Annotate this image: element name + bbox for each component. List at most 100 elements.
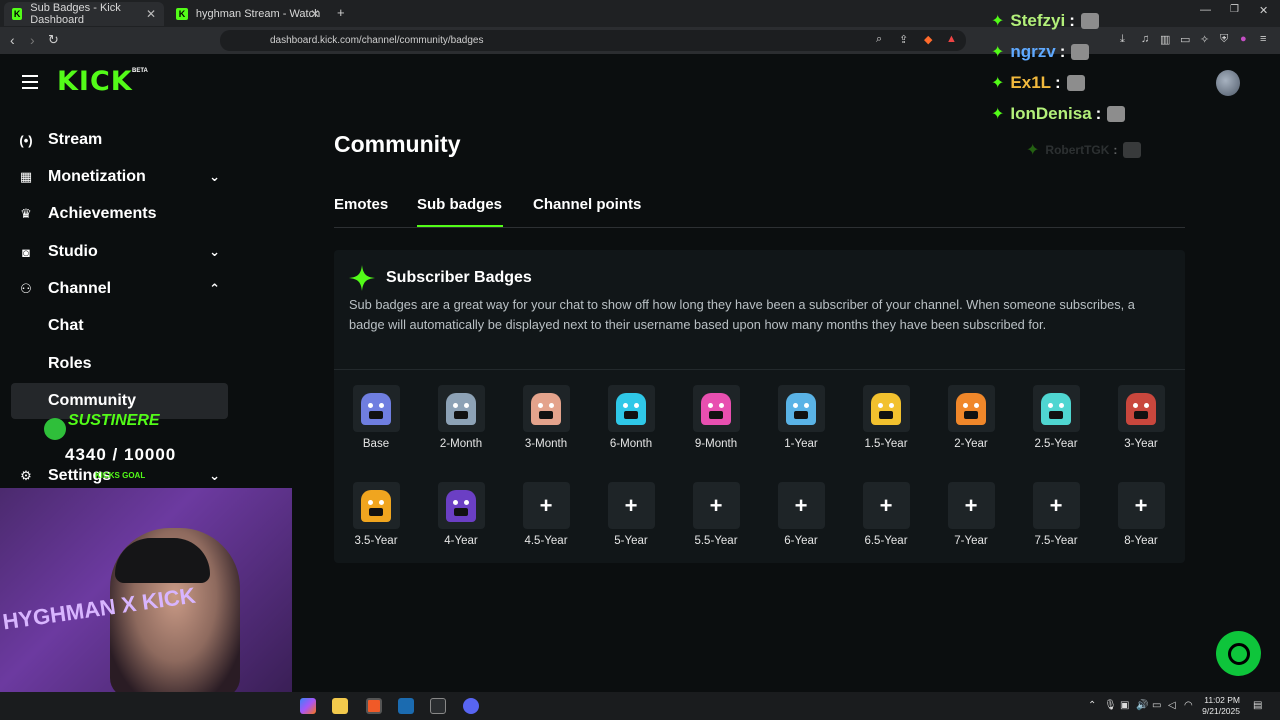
file-explorer-icon[interactable] (332, 698, 348, 714)
sidebar-item-achievements[interactable]: ♛ Achievements (11, 196, 228, 232)
address-bar[interactable]: dashboard.kick.com/channel/community/bad… (220, 30, 966, 51)
notification-icon[interactable]: ▤ (1253, 700, 1262, 711)
discord-icon[interactable] (463, 698, 479, 714)
add-badge-button[interactable]: + (522, 482, 570, 529)
badge-slot[interactable]: 3-Year (1111, 385, 1171, 450)
media-icon[interactable]: ♫ (1141, 33, 1149, 45)
new-tab-icon[interactable]: + (337, 5, 345, 20)
close-tab-icon[interactable]: ✕ (146, 7, 156, 21)
add-badge-button[interactable]: + (1117, 482, 1165, 529)
close-tab-icon[interactable]: ✕ (310, 7, 320, 21)
reload-icon[interactable]: ↻ (48, 32, 59, 48)
badge-slot[interactable]: +6-Year (771, 482, 831, 547)
plus-icon: + (539, 492, 553, 518)
badge-image[interactable] (437, 482, 485, 529)
chat-separator: : (1069, 11, 1075, 30)
badge-slot[interactable]: Base (346, 385, 406, 450)
add-badge-button[interactable]: + (777, 482, 825, 529)
tab-emotes[interactable]: Emotes (334, 196, 388, 213)
badge-image[interactable] (352, 385, 400, 432)
badge-slot[interactable]: 1.5-Year (856, 385, 916, 450)
steam-icon[interactable] (398, 698, 414, 714)
badge-slot[interactable]: 9-Month (686, 385, 746, 450)
rewards-icon[interactable]: ▲ (946, 33, 957, 45)
minimize-icon[interactable]: — (1200, 4, 1211, 16)
badge-slot[interactable]: +8-Year (1111, 482, 1171, 547)
sidebar-item-stream[interactable]: (•) Stream (11, 122, 228, 158)
badge-image[interactable] (522, 385, 570, 432)
sidebar-item-studio[interactable]: ◙ Studio ⌄ (11, 234, 228, 270)
tab-sub-badges[interactable]: Sub badges (417, 196, 502, 213)
copilot-icon[interactable] (300, 698, 316, 714)
monster-badge-icon (361, 489, 391, 522)
mic-icon[interactable]: 🎙 (1104, 700, 1117, 711)
badge-slot[interactable]: 4-Year (431, 482, 491, 547)
share-icon[interactable]: ⇪ (899, 33, 908, 46)
browser-tab-active[interactable]: K Sub Badges - Kick Dashboard ✕ (4, 2, 164, 26)
ai-icon[interactable]: ✧ (1200, 33, 1209, 46)
wifi-icon[interactable]: ◠ (1184, 700, 1193, 711)
speaker-icon[interactable]: ◁ (1168, 700, 1176, 711)
downloads-icon[interactable]: ⤓ (1120, 33, 1125, 46)
system-clock[interactable]: 11:02 PM 9/21/2025 (1196, 695, 1240, 717)
badge-image[interactable] (352, 482, 400, 529)
back-icon[interactable]: ‹ (10, 32, 15, 48)
sidebar-item-monetization[interactable]: ▦ Monetization ⌄ (11, 159, 228, 195)
brave-shield-icon[interactable]: ◆ (924, 33, 932, 46)
badge-slot[interactable]: +5-Year (601, 482, 661, 547)
badge-slot[interactable]: 2.5-Year (1026, 385, 1086, 450)
sidebar-item-roles[interactable]: Roles (11, 346, 228, 382)
window-close-icon[interactable]: ✕ (1259, 4, 1268, 17)
wallet-icon[interactable]: ▭ (1180, 33, 1190, 46)
zoom-icon[interactable]: ⌕ (876, 33, 882, 46)
clover-icon (44, 418, 66, 440)
badge-slot[interactable]: +4.5-Year (516, 482, 576, 547)
badge-slot[interactable]: +5.5-Year (686, 482, 746, 547)
badge-slot[interactable]: 3-Month (516, 385, 576, 450)
plus-icon: + (624, 492, 638, 518)
add-badge-button[interactable]: + (607, 482, 655, 529)
badge-label: 3-Month (524, 438, 568, 450)
sidebar-item-chat[interactable]: Chat (11, 308, 228, 344)
badge-slot[interactable]: +7-Year (941, 482, 1001, 547)
add-badge-button[interactable]: + (862, 482, 910, 529)
badge-slot[interactable]: 3.5-Year (346, 482, 406, 547)
badge-image[interactable] (1117, 385, 1165, 432)
plus-icon: + (964, 492, 978, 518)
add-badge-button[interactable]: + (1032, 482, 1080, 529)
help-chat-button[interactable] (1216, 631, 1261, 676)
tab-channel-points[interactable]: Channel points (533, 196, 641, 213)
badge-image[interactable] (862, 385, 910, 432)
sidebar-toggle-icon[interactable]: ▥ (1160, 33, 1170, 46)
browser-tab-2[interactable]: K hyghman Stream - Watch Live on Kic ✕ (168, 2, 328, 26)
badge-image[interactable] (777, 385, 825, 432)
display-icon[interactable]: ▭ (1152, 700, 1161, 711)
kick-logo[interactable]: KICK (57, 66, 133, 97)
hamburger-menu-icon[interactable] (22, 75, 38, 89)
profile-icon[interactable]: ● (1240, 33, 1247, 45)
vpn-icon[interactable]: ⛨ (1220, 33, 1228, 46)
add-badge-button[interactable]: + (947, 482, 995, 529)
badge-image[interactable] (947, 385, 995, 432)
badge-slot[interactable]: +6.5-Year (856, 482, 916, 547)
network-icon[interactable]: ▣ (1120, 700, 1129, 711)
tray-chevron-icon[interactable]: ⌃ (1088, 700, 1096, 711)
badge-slot[interactable]: 1-Year (771, 385, 831, 450)
brave-browser-icon[interactable] (366, 698, 382, 714)
sidebar-item-channel[interactable]: ⚇ Channel ⌃ (11, 271, 228, 307)
badge-image[interactable] (437, 385, 485, 432)
badge-image[interactable] (1032, 385, 1080, 432)
forward-icon[interactable]: › (30, 32, 35, 48)
volume-icon[interactable]: 🔊 (1136, 700, 1148, 711)
badge-image[interactable] (607, 385, 655, 432)
menu-icon[interactable]: ≡ (1260, 33, 1266, 45)
xbox-icon[interactable] (430, 698, 446, 714)
badge-slot[interactable]: 2-Year (941, 385, 1001, 450)
add-badge-button[interactable]: + (692, 482, 740, 529)
user-avatar[interactable] (1216, 70, 1240, 96)
badge-slot[interactable]: 6-Month (601, 385, 661, 450)
badge-slot[interactable]: 2-Month (431, 385, 491, 450)
badge-slot[interactable]: +7.5-Year (1026, 482, 1086, 547)
restore-icon[interactable]: ❐ (1230, 4, 1239, 15)
badge-image[interactable] (692, 385, 740, 432)
